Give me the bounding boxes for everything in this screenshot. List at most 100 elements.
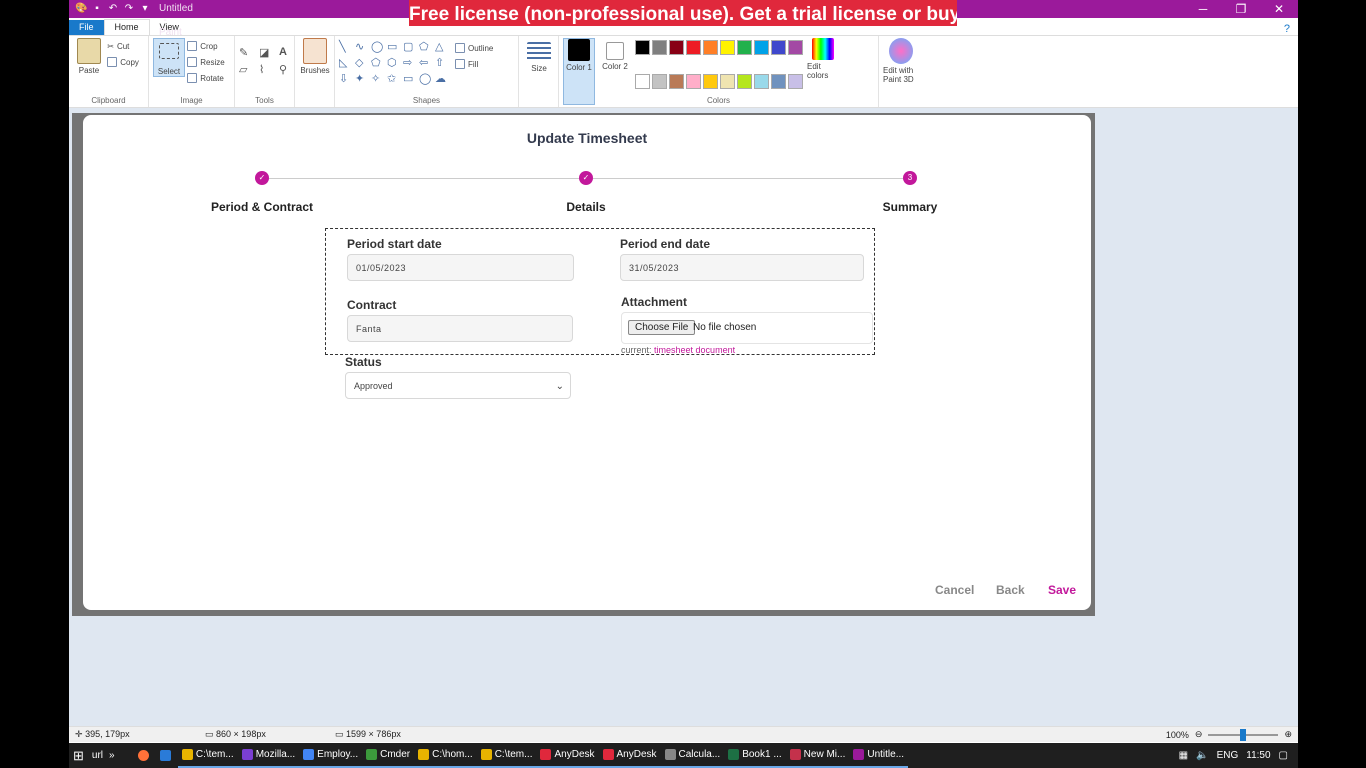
undo-icon[interactable]: ↶	[107, 3, 119, 15]
taskbar-item[interactable]: Mozilla...	[237, 743, 300, 768]
zoom-in-icon[interactable]: ⊕	[1284, 729, 1292, 740]
size-button[interactable]: Size	[523, 38, 555, 73]
taskbar-item-label: Cmder	[380, 749, 411, 760]
color-swatch[interactable]	[635, 40, 650, 55]
maximize-icon[interactable]: ❐	[1222, 2, 1260, 16]
save-button[interactable]: Save	[1048, 583, 1076, 597]
color-swatch[interactable]	[737, 73, 752, 89]
help-icon[interactable]: ?	[1284, 23, 1298, 35]
crop-button[interactable]: Crop	[187, 38, 224, 54]
edit-colors-button[interactable]: Edit colors	[807, 38, 839, 105]
color-swatch[interactable]	[652, 73, 667, 89]
zoom-out-icon[interactable]: ⊖	[1195, 729, 1203, 740]
taskbar-item[interactable]: Employ...	[299, 743, 363, 768]
color2-button[interactable]: Color 2	[599, 38, 631, 105]
color-swatch[interactable]	[788, 73, 803, 89]
period-start-input[interactable]: 01/05/2023	[347, 254, 574, 281]
shapes-group: ╲ ∿ ◯ ▭ ▢ ⬠ △ ◺ ◇ ⬠ ⬡ ⇨ ⇦ ⇧ ⇩ ✦ ✧ ✩ ▭ ◯ ☁ Outline Fill Sha…	[335, 36, 519, 107]
status-select[interactable]: Approved ⌄	[345, 372, 571, 399]
language-indicator[interactable]: ENG	[1217, 750, 1239, 761]
color-swatch[interactable]	[737, 40, 752, 55]
zoom-level: 100%	[1165, 729, 1189, 740]
color-swatch[interactable]	[771, 73, 786, 89]
paint3d-button[interactable]: Edit with Paint 3D	[883, 38, 919, 84]
taskbar-item[interactable]: New Mi...	[785, 743, 850, 768]
customize-quick-access-icon[interactable]: ▾	[139, 3, 151, 15]
color-swatch[interactable]	[686, 40, 701, 55]
color-swatch[interactable]	[754, 40, 769, 55]
fill-bucket-icon[interactable]: ◪	[259, 46, 275, 59]
taskbar-item[interactable]: Calcula...	[660, 743, 725, 768]
resize-icon	[187, 57, 198, 67]
back-button[interactable]: Back	[996, 583, 1025, 597]
firefox-taskbar-icon[interactable]	[134, 743, 156, 768]
color-swatch[interactable]	[686, 73, 701, 89]
minimize-icon[interactable]: ─	[1184, 2, 1222, 16]
color-swatch[interactable]	[720, 40, 735, 55]
redo-icon[interactable]: ↷	[123, 3, 135, 15]
eraser-icon[interactable]: ▱	[239, 63, 255, 76]
fill-button[interactable]: Fill	[455, 56, 493, 72]
color-swatch[interactable]	[788, 40, 803, 55]
save-icon[interactable]: ▪	[91, 3, 103, 15]
step-connector	[263, 178, 583, 179]
taskbar-item[interactable]: Book1 ...	[724, 743, 786, 768]
period-end-input[interactable]: 31/05/2023	[620, 254, 864, 281]
color1-button[interactable]: Color 1	[563, 38, 595, 105]
rotate-button[interactable]: Rotate	[187, 70, 224, 86]
outline-button[interactable]: Outline	[455, 40, 493, 56]
color-picker-icon[interactable]: ⌇	[259, 63, 275, 76]
taskbar-item[interactable]: AnyDesk	[536, 743, 599, 768]
color-swatch[interactable]	[669, 73, 684, 89]
tab-home[interactable]: Home	[103, 19, 150, 35]
network-icon[interactable]: ▦	[1179, 750, 1188, 761]
shapes-gallery[interactable]: ╲ ∿ ◯ ▭ ▢ ⬠ △ ◺ ◇ ⬠ ⬡ ⇨ ⇦ ⇧ ⇩ ✦ ✧ ✩ ▭ ◯ ☁	[339, 40, 449, 86]
search-box[interactable]: url»	[88, 743, 134, 768]
pencil-icon[interactable]: ✎	[239, 46, 255, 59]
cancel-button[interactable]: Cancel	[935, 583, 974, 597]
image-group: Select Crop Resize Rotate Image	[149, 36, 235, 107]
color-swatch[interactable]	[754, 73, 769, 89]
brushes-group: Brushes	[295, 36, 335, 107]
magnifier-icon[interactable]: ⚲	[279, 63, 295, 76]
step-connector	[593, 178, 909, 179]
contract-input[interactable]: Fanta	[347, 315, 573, 342]
color-swatch[interactable]	[771, 40, 786, 55]
taskbar-item[interactable]: C:\tem...	[177, 743, 238, 768]
notifications-icon[interactable]: ▢	[1279, 750, 1288, 761]
choose-file-button[interactable]: Choose File	[628, 320, 696, 335]
taskbar-item[interactable]: Cmder	[362, 743, 415, 768]
volume-icon[interactable]: 🔈	[1196, 750, 1208, 761]
taskbar-item[interactable]: C:\hom...	[414, 743, 477, 768]
canvas-area[interactable]: Update Timesheet ✓ ✓ 3 Period & Contract…	[69, 108, 1298, 726]
color-swatch[interactable]	[703, 40, 718, 55]
resize-button[interactable]: Resize	[187, 54, 225, 70]
taskbar-item[interactable]: C:\tem...	[476, 743, 537, 768]
colors-group: Color 1 Color 2 Edit colors Colors	[559, 36, 879, 107]
cut-button[interactable]: ✂ Cut	[107, 38, 139, 54]
color-swatch[interactable]	[703, 73, 718, 89]
copy-button[interactable]: Copy	[107, 54, 139, 70]
clock[interactable]: 11:50	[1246, 750, 1270, 761]
taskbar-item[interactable]: AnyDesk	[598, 743, 661, 768]
app-taskbar-icon[interactable]	[156, 743, 178, 768]
license-banner[interactable]: Free license (non-professional use). Get…	[409, 0, 957, 26]
start-button[interactable]: ⊞	[69, 743, 88, 768]
color-swatch[interactable]	[652, 40, 667, 55]
taskbar-item-label: AnyDesk	[554, 749, 595, 760]
paste-button[interactable]: Paste	[73, 38, 105, 75]
text-icon[interactable]: A	[279, 46, 295, 59]
taskbar-app-icon	[303, 749, 315, 760]
color-swatch[interactable]	[635, 73, 650, 89]
color-swatch[interactable]	[720, 73, 735, 89]
zoom-slider-thumb[interactable]	[1240, 728, 1247, 741]
close-icon[interactable]: ✕	[1260, 2, 1298, 16]
tab-file[interactable]: File	[69, 20, 104, 35]
color-swatch[interactable]	[669, 40, 684, 55]
taskbar-item[interactable]: Untitle...	[849, 743, 909, 768]
timesheet-document-link[interactable]: timesheet document	[654, 345, 735, 355]
brushes-button[interactable]: Brushes	[299, 38, 331, 75]
select-button[interactable]: Select	[153, 38, 185, 77]
paint3d-group: Edit with Paint 3D	[879, 36, 923, 107]
zoom-slider[interactable]	[1208, 728, 1279, 741]
